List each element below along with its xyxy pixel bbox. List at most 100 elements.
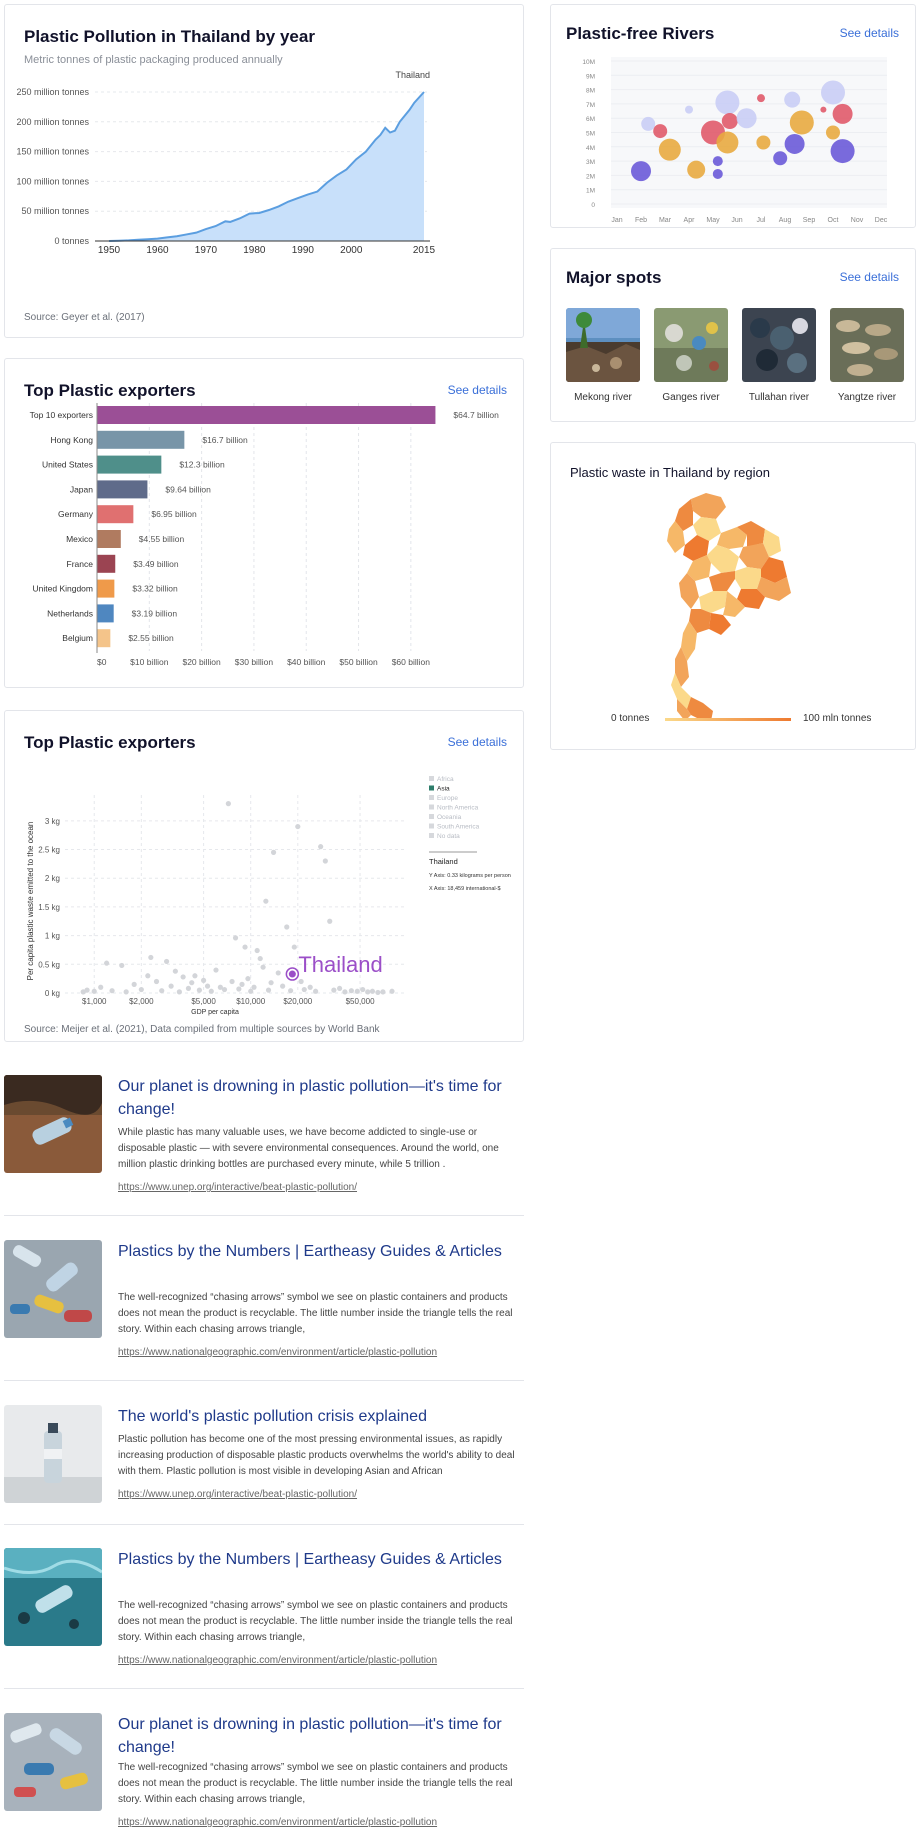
bubble [721,113,738,130]
rivers-title: Plastic-free Rivers [566,24,715,43]
article-link[interactable]: https://www.unep.org/interactive/beat-pl… [118,1182,357,1193]
spot-yangtze[interactable]: Yangtze river [830,308,904,403]
scatter-point [360,986,366,993]
scatter-point [204,983,211,989]
bar [97,406,436,424]
article-title[interactable]: Plastics by the Numbers | Eartheasy Guid… [118,1240,518,1263]
spots-see-details[interactable]: See details [840,270,899,284]
x-tick-label: 1980 [243,245,266,256]
scatter-point [200,977,207,983]
scatter-point [109,988,115,994]
bar-chart-card: Top Plastic exporters See details $0 $10 … [4,358,524,688]
scatter-point [389,988,395,994]
article-link[interactable]: https://www.nationalgeographic.com/envir… [118,1655,437,1666]
bubble [685,105,693,114]
spot-mekong[interactable]: Mekong river [566,308,640,403]
info-country: Thailand [429,857,458,866]
bar-category-label: Belgium [62,633,93,643]
x-tick-label: $10,000 [236,997,265,1006]
spot-label: Yangtze river [837,392,897,403]
scatter-point [213,967,219,973]
mekong-photo [566,308,640,382]
bar-value-label: $3.49 billion [133,559,179,569]
legend-swatch [429,823,434,829]
series-label: Thailand [395,70,430,80]
x-tick-label: $60 billion [392,657,431,667]
bar-category-label: United States [42,460,93,470]
bar [97,579,115,598]
thailand-map [667,493,791,721]
scatter-point [301,986,307,993]
legend-swatch [429,776,434,781]
article-link[interactable]: https://www.unep.org/interactive/beat-pl… [118,1489,357,1500]
scatter-point [354,988,360,994]
article-link[interactable]: https://www.nationalgeographic.com/envir… [118,1817,437,1828]
x-tick-label: $5,000 [191,997,216,1006]
area-chart-title: Plastic Pollution in Thailand by year [24,27,315,46]
bar-value-label: $16.7 billion [202,435,248,445]
article-title[interactable]: The world's plastic pollution crisis exp… [118,1405,518,1428]
scatter-chart-see-details[interactable]: See details [448,735,507,749]
y-tick-label: 3M [586,159,595,166]
scatter-point [268,980,274,986]
y-tick-label: 10M [582,59,595,66]
scatter-point [295,823,301,830]
x-tick-label: $50 billion [339,657,378,667]
scatter-point [291,944,297,950]
bar [97,455,162,474]
bubble [716,131,739,154]
article-summary: While plastic has many valuable uses, we… [118,1127,499,1170]
bar-category-label: Mexico [66,534,93,544]
bar [97,604,114,623]
legend-label: Asia [437,786,450,793]
scatter-point [84,987,90,993]
scatter-point [336,985,343,992]
map-legend-min: 0 tonnes [611,713,650,724]
article-link[interactable]: https://www.nationalgeographic.com/envir… [118,1347,437,1358]
rivers-see-details[interactable]: See details [840,26,899,40]
y-tick-label: 150 million tonnes [16,147,89,157]
scatter-point [189,980,195,986]
yangtze-photo [830,308,904,382]
bar-category-label: Netherlands [47,608,93,618]
legend-label: Africa [437,776,454,783]
y-tick-label: 2.5 kg [38,846,60,855]
legend-label: North America [437,805,479,812]
x-tick-label: $50,000 [346,997,375,1006]
spots-title: Major spots [566,268,662,287]
info-x: X Axis: 18,459 international-$ [429,886,501,892]
bubble [641,116,656,131]
bubble [821,80,845,105]
spot-ganges[interactable]: Ganges river [654,308,728,403]
bar-value-label: $3.32 billion [132,584,178,594]
bar-chart-see-details[interactable]: See details [448,383,507,397]
scatter-point [221,986,228,993]
scatter-point [263,898,269,904]
spot-label: Ganges river [662,392,720,403]
scatter-point [236,986,242,992]
scatter-point [138,986,144,993]
scatter-point [380,989,386,995]
y-tick-label: 5M [586,131,595,138]
x-tick-label: Dec [875,217,888,224]
y-tick-label: 0.5 kg [38,960,60,969]
area-fill [109,92,424,241]
y-tick-label: 0 kg [45,989,60,998]
article-title[interactable]: Our planet is drowning in plastic pollut… [118,1075,518,1121]
article-thumbnail [4,1240,102,1338]
x-tick-label: Jul [757,217,766,224]
scatter-point [159,988,165,994]
bubble [826,125,840,140]
y-tick-label: 9M [586,73,595,80]
article-title[interactable]: Plastics by the Numbers | Eartheasy Guid… [118,1548,518,1571]
x-tick-label: $20,000 [283,997,312,1006]
bar-value-label: $3.19 billion [132,608,178,618]
x-axis-label: GDP per capita [191,1009,239,1016]
article-title[interactable]: Our planet is drowning in plastic pollut… [118,1713,518,1759]
scatter-chart-card: Top Plastic exporters See details 0 kg 0.… [4,710,524,1042]
spot-tullahan[interactable]: Tullahan river [742,308,816,403]
scatter-point [331,987,337,993]
spot-label: Tullahan river [748,392,810,403]
bubble [773,151,788,166]
y-tick-label: 4M [586,145,595,152]
